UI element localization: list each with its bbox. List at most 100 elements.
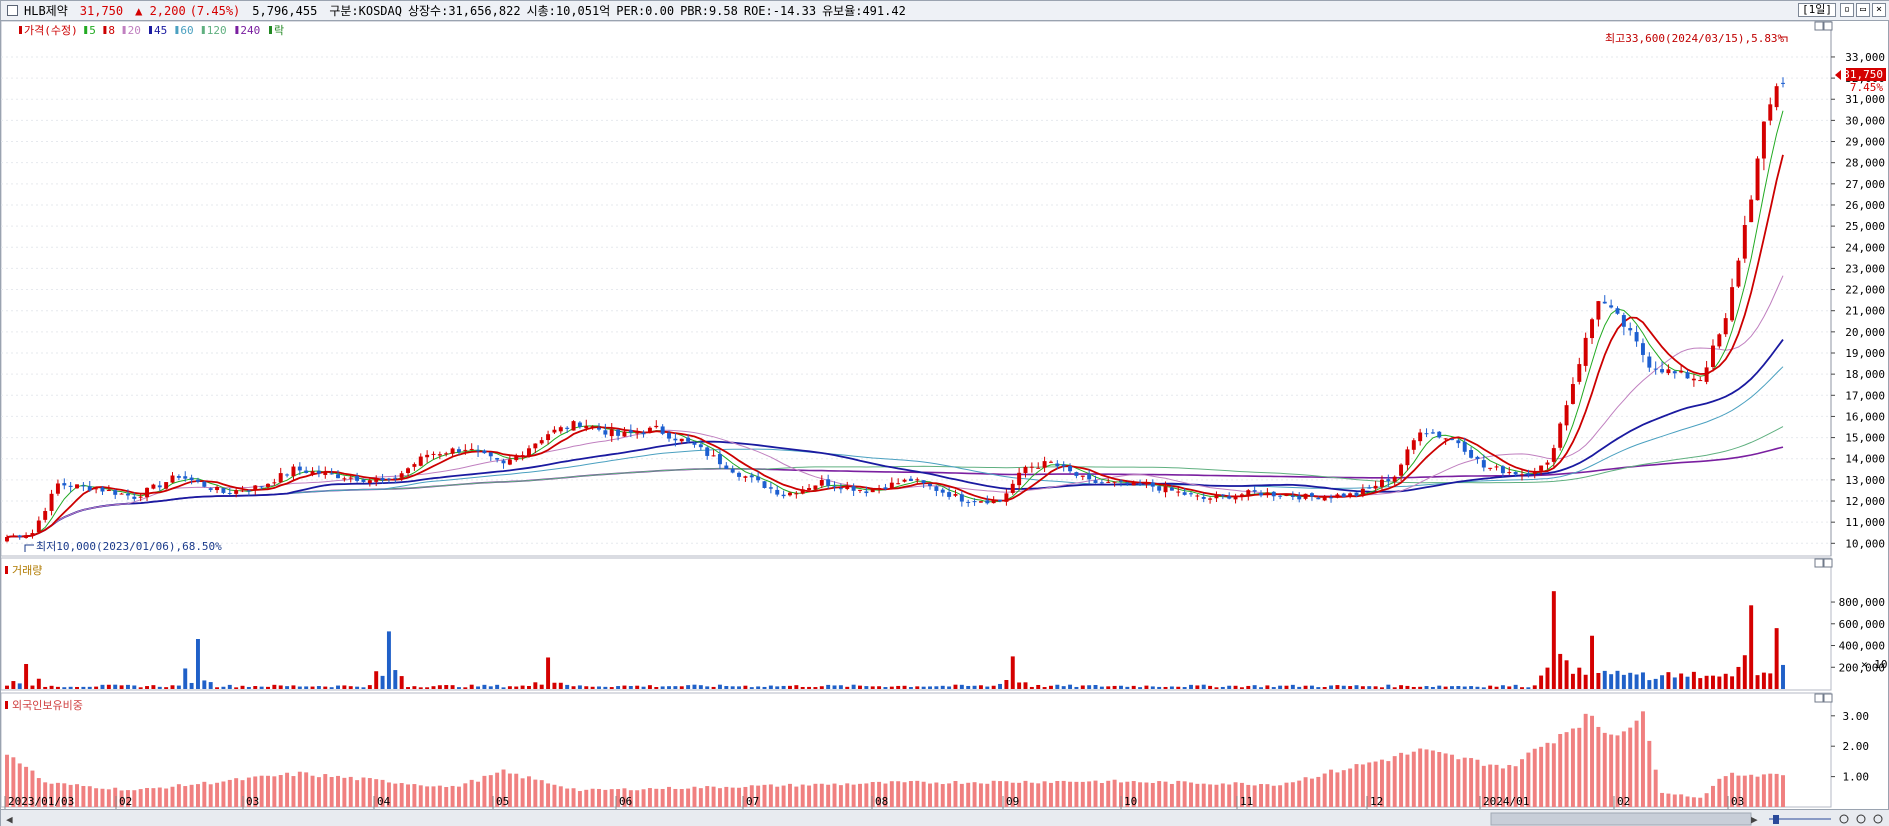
candle-body: [176, 476, 181, 478]
scroll-right-icon[interactable]: ▶: [1751, 813, 1758, 826]
volume-bar: [998, 683, 1003, 689]
volume-bar: [1621, 674, 1626, 689]
foreign-panel-max-icon[interactable]: [1814, 693, 1824, 703]
candle-body: [1685, 372, 1690, 379]
zoom-out-icon[interactable]: [1839, 814, 1849, 824]
foreign-ratio-bar: [1036, 783, 1041, 807]
foreign-ratio-bar: [838, 785, 843, 807]
candle-body: [125, 493, 130, 496]
foreign-ratio-bar: [482, 775, 487, 807]
volume-bar: [1742, 655, 1747, 689]
restore-icon[interactable]: ▭: [1856, 3, 1870, 17]
candle-body: [1621, 315, 1626, 327]
volume-bar: [1647, 680, 1652, 689]
price-tick-label: 13,000: [1845, 474, 1885, 487]
candle-body: [49, 493, 54, 511]
volume-bar: [1539, 675, 1544, 689]
candle-body: [1290, 495, 1295, 497]
candle-body: [189, 477, 194, 481]
candle-body: [1278, 495, 1283, 497]
zoom-reset-icon[interactable]: [1856, 814, 1866, 824]
legend-label: 20: [128, 24, 141, 37]
volume-bar: [705, 686, 710, 689]
volume-bar: [896, 685, 901, 689]
candle-body: [1068, 465, 1073, 472]
volume-bar: [11, 681, 16, 689]
horizontal-scrollbar[interactable]: ◀ ▶: [1, 809, 1889, 826]
volume-bar: [1711, 675, 1715, 689]
candle-body: [437, 454, 442, 456]
candle-body: [1430, 432, 1435, 434]
foreign-ratio-bar: [1074, 781, 1079, 807]
foreign-ratio-bar: [673, 788, 678, 807]
candle-body: [1239, 494, 1244, 496]
price-tick-label: 33,000: [1845, 51, 1885, 64]
volume-bar: [1284, 685, 1289, 689]
candle-body: [737, 472, 742, 477]
volume-bar: [323, 686, 328, 689]
chart-canvas[interactable]: 33,00032,00031,00030,00029,00028,00027,0…: [1, 21, 1889, 811]
candle-body: [221, 488, 226, 493]
candle-body: [705, 447, 710, 456]
zoom-slider-handle[interactable]: [1773, 815, 1779, 824]
foreign-ratio-bar: [686, 788, 691, 807]
foreign-panel-close-icon[interactable]: [1823, 693, 1833, 703]
candle-body: [1761, 121, 1766, 159]
volume-panel-max-icon[interactable]: [1814, 558, 1824, 568]
panel-max-icon[interactable]: [1814, 21, 1824, 31]
volume-bar: [902, 685, 907, 689]
candle-body: [323, 472, 328, 475]
legend-swatch: [19, 26, 22, 34]
foreign-ratio-bar: [425, 786, 430, 807]
volume-bar: [1169, 686, 1174, 689]
zoom-in-icon[interactable]: [1873, 814, 1883, 824]
candle-body: [1526, 473, 1531, 475]
volume-panel-close-icon[interactable]: [1823, 558, 1833, 568]
panel-close-icon[interactable]: [1823, 21, 1833, 31]
candle-body: [851, 486, 856, 491]
foreign-ratio-bar: [310, 775, 315, 807]
per-value: PER:0.00: [616, 3, 675, 18]
foreign-ratio-bar: [1711, 785, 1715, 807]
volume-bar: [877, 686, 882, 689]
foreign-ratio-bar: [399, 783, 404, 807]
scroll-thumb[interactable]: [1490, 812, 1752, 826]
foreign-ratio-bar: [208, 784, 213, 807]
price-change: ▲ 2,200: [135, 3, 186, 18]
close-icon[interactable]: ×: [1872, 3, 1886, 17]
volume-bar: [1309, 685, 1314, 689]
foreign-ratio-bar: [711, 786, 716, 807]
candle-body: [1379, 479, 1384, 487]
volume-bar: [285, 686, 290, 689]
minimize-icon[interactable]: ▫: [1840, 3, 1854, 17]
candle-body: [577, 422, 582, 427]
price-tick-label: 26,000: [1845, 199, 1885, 212]
volume-bar: [132, 685, 137, 689]
foreign-ratio-bar: [361, 777, 366, 807]
volume-bar: [1691, 671, 1696, 689]
period-button[interactable]: [1일]: [1798, 3, 1836, 17]
volume-bar: [1749, 605, 1754, 689]
volume-bar: [272, 684, 277, 689]
volume-bar: [336, 685, 340, 689]
foreign-ratio-bar: [908, 781, 913, 807]
volume-bar: [571, 686, 576, 689]
foreign-ratio-bar: [858, 783, 862, 807]
volume-bar: [278, 685, 283, 689]
volume-bar: [1042, 687, 1047, 689]
foreign-ratio-bar: [558, 786, 563, 807]
scroll-left-icon[interactable]: ◀: [6, 813, 13, 826]
candle-body: [132, 496, 137, 499]
candle-body: [1583, 337, 1588, 366]
select-checkbox[interactable]: [7, 5, 18, 16]
volume-bar: [546, 657, 551, 689]
price-tick-label: 30,000: [1845, 114, 1885, 127]
high-annotation: 최고33,600(2024/03/15),5.83%: [1605, 32, 1785, 45]
candle-body: [62, 483, 67, 486]
foreign-ratio-bar: [1634, 720, 1639, 807]
foreign-ratio-bar: [1386, 761, 1391, 807]
foreign-ratio-bar: [1106, 780, 1111, 807]
candle-body: [998, 499, 1003, 502]
volume-bar: [36, 678, 41, 689]
volume-bar: [1335, 685, 1340, 689]
